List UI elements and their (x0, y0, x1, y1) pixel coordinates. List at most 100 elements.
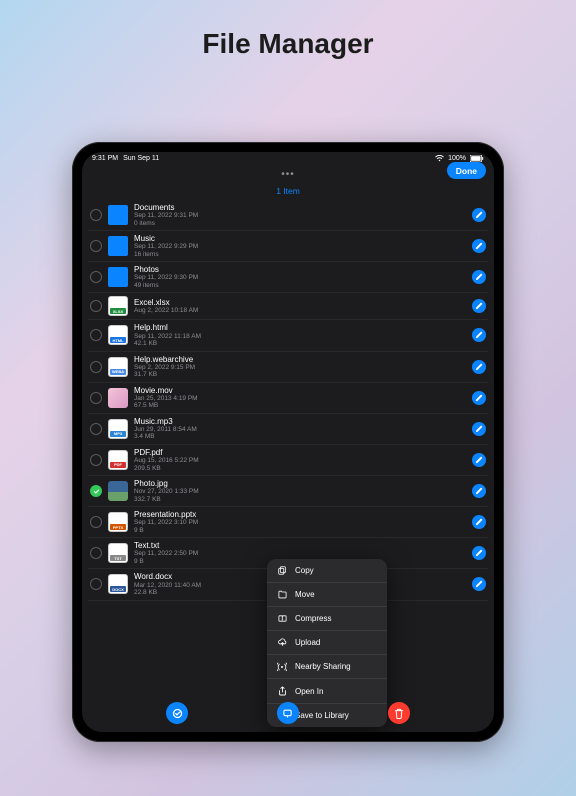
screen: 9:31 PM Sun Sep 11 100% ••• 1 Item Done … (82, 152, 494, 732)
file-row[interactable]: HTMLHelp.htmlSep 11, 2022 11:18 AM42.1 K… (88, 320, 488, 351)
edit-button[interactable] (472, 515, 486, 529)
selection-checkbox[interactable] (90, 329, 102, 341)
edit-button[interactable] (472, 546, 486, 560)
menu-item-move[interactable]: Move (267, 583, 387, 607)
selection-checkbox[interactable] (90, 361, 102, 373)
file-meta: Presentation.pptxSep 11, 2022 3:10 PM9 B (134, 510, 472, 534)
folder-icon (108, 205, 128, 225)
battery-percent: 100% (448, 155, 466, 162)
file-name: Photo.jpg (134, 479, 472, 488)
file-icon: TXT (108, 543, 128, 563)
menu-item-nearby[interactable]: Nearby Sharing (267, 655, 387, 679)
file-row[interactable]: WEBAHelp.webarchiveSep 2, 2022 9:15 PM31… (88, 352, 488, 383)
file-size: 49 items (134, 282, 472, 289)
openin-icon (277, 686, 287, 696)
file-date: Aug 2, 2022 10:18 AM (134, 307, 472, 314)
menu-item-upload[interactable]: Upload (267, 631, 387, 655)
bottom-toolbar (82, 702, 494, 724)
page-title: File Manager (0, 28, 576, 60)
file-name: Photos (134, 265, 472, 274)
edit-button[interactable] (472, 484, 486, 498)
edit-button[interactable] (472, 391, 486, 405)
selection-checkbox[interactable] (90, 271, 102, 283)
menu-item-copy[interactable]: Copy (267, 559, 387, 583)
selection-checkbox[interactable] (90, 485, 102, 497)
menu-item-label: Nearby Sharing (295, 662, 351, 671)
folder-icon (108, 267, 128, 287)
more-icon[interactable]: ••• (281, 169, 295, 180)
device-frame: 9:31 PM Sun Sep 11 100% ••• 1 Item Done … (72, 142, 504, 742)
menu-item-openin[interactable]: Open In (267, 679, 387, 704)
select-all-button[interactable] (166, 702, 188, 724)
file-meta: Photo.jpgNov 27, 2020 1:33 PM332.7 KB (134, 479, 472, 503)
file-meta: Help.htmlSep 11, 2022 11:18 AM42.1 KB (134, 323, 472, 347)
file-name: Presentation.pptx (134, 510, 472, 519)
file-date: Sep 2, 2022 9:15 PM (134, 364, 472, 371)
edit-button[interactable] (472, 422, 486, 436)
file-name: Music (134, 234, 472, 243)
selection-checkbox[interactable] (90, 547, 102, 559)
selection-checkbox[interactable] (90, 578, 102, 590)
selection-checkbox[interactable] (90, 300, 102, 312)
file-date: Jun 29, 2011 8:54 AM (134, 426, 472, 433)
file-row[interactable]: PPTXPresentation.pptxSep 11, 2022 3:10 P… (88, 507, 488, 538)
file-row[interactable]: DocumentsSep 11, 2022 9:31 PM0 items (88, 200, 488, 231)
selection-checkbox[interactable] (90, 516, 102, 528)
delete-button[interactable] (388, 702, 410, 724)
file-meta: PhotosSep 11, 2022 9:30 PM49 items (134, 265, 472, 289)
nav-bar: ••• (82, 162, 494, 186)
file-name: Documents (134, 203, 472, 212)
file-row[interactable]: PDF PDF.pdfAug 15, 2016 5:22 PM209.5 KB (88, 445, 488, 476)
edit-button[interactable] (472, 453, 486, 467)
edit-button[interactable] (472, 239, 486, 253)
file-name: Text.txt (134, 541, 472, 550)
video-thumbnail (108, 388, 128, 408)
menu-item-label: Move (295, 590, 315, 599)
edit-button[interactable] (472, 360, 486, 374)
battery-icon (470, 155, 484, 162)
file-meta: MusicSep 11, 2022 9:29 PM16 items (134, 234, 472, 258)
file-row[interactable]: PhotosSep 11, 2022 9:30 PM49 items (88, 262, 488, 293)
menu-item-label: Upload (295, 638, 320, 647)
file-meta: Excel.xlsxAug 2, 2022 10:18 AM (134, 298, 472, 315)
file-name: PDF.pdf (134, 448, 472, 457)
file-icon: DOCX (108, 574, 128, 594)
file-row[interactable]: MP3Music.mp3Jun 29, 2011 8:54 AM3.4 MB (88, 414, 488, 445)
file-date: Nov 27, 2020 1:33 PM (134, 488, 472, 495)
selection-checkbox[interactable] (90, 392, 102, 404)
file-meta: PDF.pdfAug 15, 2016 5:22 PM209.5 KB (134, 448, 472, 472)
edit-button[interactable] (472, 299, 486, 313)
edit-button[interactable] (472, 328, 486, 342)
file-row[interactable]: XLSXExcel.xlsxAug 2, 2022 10:18 AM (88, 293, 488, 320)
move-icon (277, 590, 287, 599)
file-row[interactable]: Movie.movJan 25, 2013 4:19 PM67.5 MB (88, 383, 488, 414)
file-meta: Movie.movJan 25, 2013 4:19 PM67.5 MB (134, 386, 472, 410)
file-size: 332.7 KB (134, 496, 472, 503)
selection-checkbox[interactable] (90, 209, 102, 221)
edit-button[interactable] (472, 577, 486, 591)
file-name: Movie.mov (134, 386, 472, 395)
menu-item-label: Copy (295, 566, 314, 575)
file-size: 67.5 MB (134, 402, 472, 409)
file-size: 0 items (134, 220, 472, 227)
file-icon: PDF (108, 450, 128, 470)
edit-button[interactable] (472, 270, 486, 284)
file-date: Sep 11, 2022 2:50 PM (134, 550, 472, 557)
done-button[interactable]: Done (447, 162, 486, 179)
edit-button[interactable] (472, 208, 486, 222)
file-row[interactable]: MusicSep 11, 2022 9:29 PM16 items (88, 231, 488, 262)
file-size: 209.5 KB (134, 465, 472, 472)
menu-item-label: Open In (295, 687, 323, 696)
selection-count: 1 Item (82, 186, 494, 200)
selection-checkbox[interactable] (90, 240, 102, 252)
action-button[interactable] (277, 702, 299, 724)
photo-thumbnail (108, 481, 128, 501)
file-meta: Music.mp3Jun 29, 2011 8:54 AM3.4 MB (134, 417, 472, 441)
selection-checkbox[interactable] (90, 423, 102, 435)
selection-checkbox[interactable] (90, 454, 102, 466)
copy-icon (277, 566, 287, 575)
file-name: Help.html (134, 323, 472, 332)
file-size: 42.1 KB (134, 340, 472, 347)
menu-item-compress[interactable]: Compress (267, 607, 387, 631)
file-row[interactable]: Photo.jpgNov 27, 2020 1:33 PM332.7 KB (88, 476, 488, 507)
